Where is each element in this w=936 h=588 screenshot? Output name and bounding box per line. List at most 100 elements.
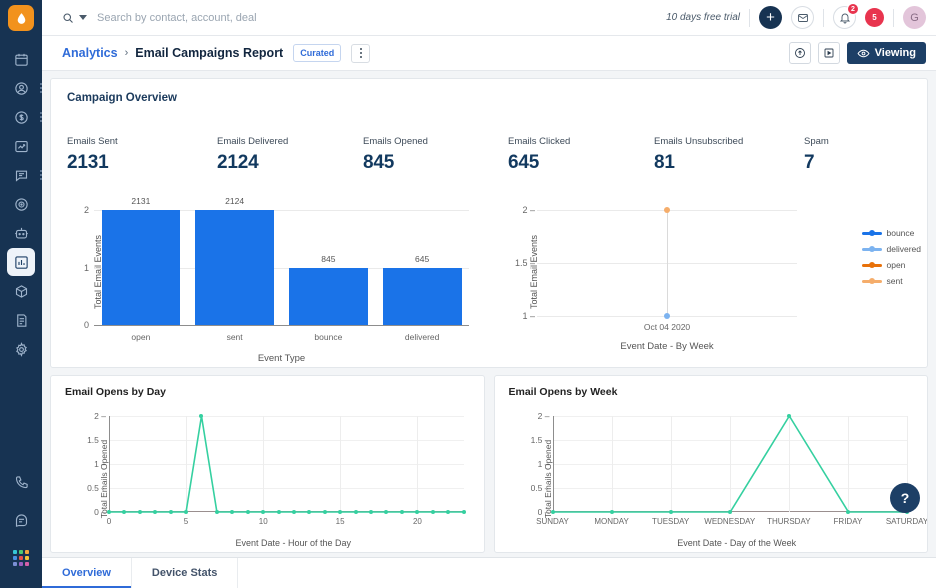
- viewing-button[interactable]: Viewing: [846, 42, 926, 64]
- sidebar-item-settings[interactable]: [7, 335, 35, 363]
- x-tick: WEDNESDAY: [704, 517, 756, 526]
- support-chat-icon[interactable]: [7, 506, 35, 534]
- data-point[interactable]: [245, 510, 250, 514]
- data-point[interactable]: [307, 510, 312, 514]
- avatar[interactable]: G: [903, 6, 926, 29]
- data-point[interactable]: [727, 510, 732, 514]
- legend-item: delivered: [861, 244, 921, 254]
- data-point[interactable]: [338, 510, 343, 514]
- data-point[interactable]: [369, 510, 374, 514]
- day-line-path: [109, 416, 464, 512]
- report-tab-bar: Overview Device Stats: [42, 557, 936, 588]
- sidebar-item-bots[interactable]: [7, 219, 35, 247]
- data-point[interactable]: [184, 510, 189, 514]
- bar-data-label: 845: [321, 253, 336, 264]
- y-tick: 2: [83, 205, 89, 215]
- legend-item: sent: [861, 276, 922, 286]
- x-tick: THURSDAY: [767, 517, 811, 526]
- data-point[interactable]: [230, 510, 235, 514]
- bar-item: 645: [382, 210, 462, 325]
- bar-series: 2131 2124 845 645: [94, 196, 469, 325]
- present-play-icon[interactable]: [817, 42, 840, 64]
- bar-item: 2131: [101, 196, 181, 325]
- kpi-emails-clicked: Emails Clicked 645: [508, 136, 654, 174]
- data-point[interactable]: [786, 414, 791, 418]
- sidebar-item-documents[interactable]: [7, 306, 35, 334]
- sidebar-item-calendar[interactable]: [7, 45, 35, 73]
- search-icon: [62, 12, 74, 24]
- kpi-emails-unsubscribed: Emails Unsubscribed 81: [654, 136, 804, 174]
- events-by-week-chart[interactable]: Total Email Events 2 – 1.5 – 1 – Oct 04 …: [489, 192, 927, 352]
- chevron-down-icon[interactable]: [79, 15, 87, 20]
- data-point-delivered[interactable]: [664, 313, 670, 319]
- x-tick: 20: [412, 517, 422, 526]
- drop-logo-icon[interactable]: [8, 5, 34, 31]
- more-options-button[interactable]: [351, 43, 371, 63]
- sidebar-item-products[interactable]: [7, 277, 35, 305]
- legend-label: bounce: [886, 228, 915, 238]
- data-point[interactable]: [845, 510, 850, 514]
- sidebar-item-conversations[interactable]: [7, 161, 42, 189]
- x-tick: 5: [183, 517, 189, 526]
- add-button[interactable]: +: [759, 6, 782, 29]
- panel-title: Email Opens by Week: [508, 386, 618, 398]
- main-area: 10 days free trial + 2 5 G Analytics › E: [42, 0, 936, 588]
- search-control[interactable]: [62, 12, 87, 24]
- breadcrumb-parent-link[interactable]: Analytics: [62, 46, 118, 60]
- apps-grid-icon[interactable]: [7, 544, 35, 572]
- tab-device-stats[interactable]: Device Stats: [132, 558, 239, 588]
- data-point[interactable]: [153, 510, 158, 514]
- data-point[interactable]: [353, 510, 358, 514]
- data-point[interactable]: [261, 510, 266, 514]
- legend-swatch-delivered: [861, 247, 882, 251]
- data-point[interactable]: [446, 510, 451, 514]
- data-point[interactable]: [415, 510, 420, 514]
- envelope-icon[interactable]: [791, 6, 814, 29]
- sidebar-item-goals[interactable]: [7, 190, 35, 218]
- help-button[interactable]: ?: [890, 483, 920, 513]
- campaign-overview-panel: Campaign Overview Emails Sent 2131 Email…: [50, 78, 928, 368]
- notification-bell-icon[interactable]: 2: [833, 3, 859, 29]
- data-point[interactable]: [107, 510, 111, 514]
- data-point[interactable]: [322, 510, 327, 514]
- sidebar-item-contacts[interactable]: [7, 74, 42, 102]
- x-tick: open: [131, 332, 151, 342]
- legend-label: open: [886, 260, 906, 270]
- data-point-open[interactable]: [664, 207, 670, 213]
- kpi-label: Spam: [804, 136, 829, 147]
- data-point[interactable]: [668, 510, 673, 514]
- event-type-bar-chart[interactable]: Total Email Events 2 1 0 2131 2124 845 6…: [51, 192, 489, 364]
- data-point[interactable]: [550, 510, 555, 514]
- lower-charts-row: Email Opens by Day Total Emails Opened 2…: [50, 375, 928, 553]
- email-opens-by-day-panel[interactable]: Email Opens by Day Total Emails Opened 2…: [50, 375, 485, 553]
- data-point[interactable]: [291, 510, 296, 514]
- share-upload-icon[interactable]: [788, 42, 811, 64]
- kpi-spam: Spam 7: [804, 136, 829, 174]
- data-point[interactable]: [461, 510, 466, 514]
- email-opens-by-week-panel[interactable]: Email Opens by Week Total Emails Opened: [493, 375, 928, 553]
- notification-badge: 2: [847, 3, 859, 15]
- y-tick: 1 –: [94, 459, 106, 469]
- x-tick: MONDAY: [594, 517, 629, 526]
- data-point[interactable]: [214, 510, 219, 514]
- data-point[interactable]: [168, 510, 173, 514]
- data-point[interactable]: [399, 510, 404, 514]
- bar-item: 2124: [195, 196, 274, 325]
- data-point[interactable]: [122, 510, 127, 514]
- data-point[interactable]: [384, 510, 389, 514]
- data-point[interactable]: [276, 510, 281, 514]
- data-point[interactable]: [137, 510, 142, 514]
- x-tick: sent: [226, 332, 243, 342]
- kpi-value: 845: [363, 152, 395, 173]
- sidebar-item-forecast[interactable]: [7, 132, 35, 160]
- data-point[interactable]: [609, 510, 614, 514]
- tab-overview[interactable]: Overview: [42, 558, 132, 588]
- search-input[interactable]: [97, 11, 377, 24]
- data-point[interactable]: [430, 510, 435, 514]
- sidebar-item-analytics[interactable]: [7, 248, 35, 276]
- phone-icon[interactable]: [7, 468, 35, 496]
- sidebar-item-deals[interactable]: [7, 103, 42, 131]
- alerts-badge[interactable]: 5: [865, 8, 884, 27]
- global-topbar: 10 days free trial + 2 5 G: [42, 0, 936, 36]
- data-point[interactable]: [199, 414, 204, 418]
